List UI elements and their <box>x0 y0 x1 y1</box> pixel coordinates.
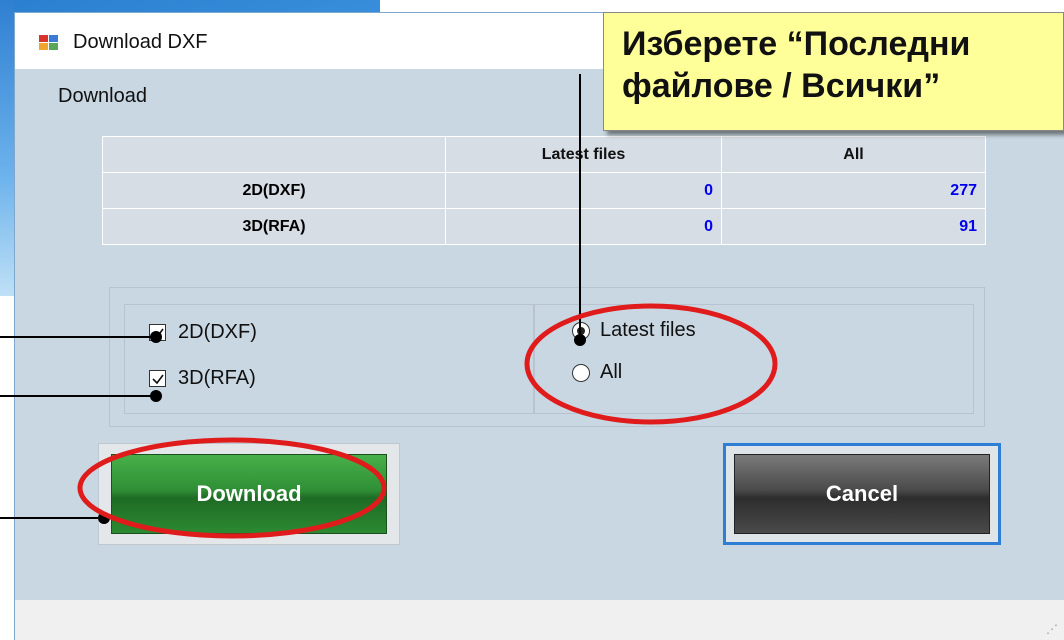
latest-count: 0 <box>445 172 722 209</box>
latest-count: 0 <box>445 208 722 245</box>
checkbox-3d-rfa[interactable]: 3D(RFA) <box>149 367 256 390</box>
checkbox-3d-label: 3D(RFA) <box>178 367 256 389</box>
radio-latest-files[interactable]: Latest files <box>572 319 696 342</box>
callout-line-2: файлове / Всички” <box>622 67 941 105</box>
radio-all[interactable]: All <box>572 361 622 384</box>
radio-latest-circle[interactable] <box>572 321 590 340</box>
table-row: 2D(DXF) 0 277 <box>102 172 986 209</box>
radio-all-circle[interactable] <box>572 363 590 382</box>
resize-grip-icon[interactable]: ⋰ <box>1046 622 1058 636</box>
table-header-latest: Latest files <box>445 136 722 173</box>
all-count: 277 <box>721 172 986 209</box>
type-options: 2D(DXF) 3D(RFA) <box>124 304 534 414</box>
radio-latest-label: Latest files <box>600 319 696 341</box>
table-header <box>102 136 446 173</box>
row-label: 3D(RFA) <box>102 208 446 245</box>
check-icon <box>152 328 164 339</box>
table-header-row: Latest files All <box>102 136 986 173</box>
radio-all-label: All <box>600 361 623 383</box>
all-count: 91 <box>721 208 986 245</box>
checkbox-2d-label: 2D(DXF) <box>178 321 257 343</box>
instruction-callout: Изберете “Последни файлове / Всички” <box>603 12 1064 131</box>
check-icon <box>152 374 164 385</box>
app-icon <box>39 35 59 51</box>
slide-margin <box>0 296 14 640</box>
file-count-table: Latest files All 2D(DXF) 0 277 3D(RFA) 0… <box>102 136 986 245</box>
checkbox-3d-box[interactable] <box>149 370 166 387</box>
range-options: Latest files All <box>534 304 974 414</box>
cancel-button-frame: Cancel <box>723 443 1001 545</box>
slide-decoration <box>0 0 14 296</box>
table-header-all: All <box>721 136 986 173</box>
cancel-button[interactable]: Cancel <box>734 454 990 534</box>
window-title: Download DXF <box>73 31 208 53</box>
download-button[interactable]: Download <box>111 454 387 534</box>
table-row: 3D(RFA) 0 91 <box>102 208 986 245</box>
row-label: 2D(DXF) <box>102 172 446 209</box>
status-bar: ⋰ <box>15 600 1064 640</box>
checkbox-2d-box[interactable] <box>149 324 166 341</box>
callout-line-1: Изберете “Последни <box>622 25 971 63</box>
slide-margin-top <box>380 0 1064 12</box>
download-button-frame: Download <box>98 443 400 545</box>
checkbox-2d-dxf[interactable]: 2D(DXF) <box>149 321 257 344</box>
options-group: 2D(DXF) 3D(RFA) Latest files All <box>109 287 985 427</box>
group-label: Download <box>58 85 147 107</box>
